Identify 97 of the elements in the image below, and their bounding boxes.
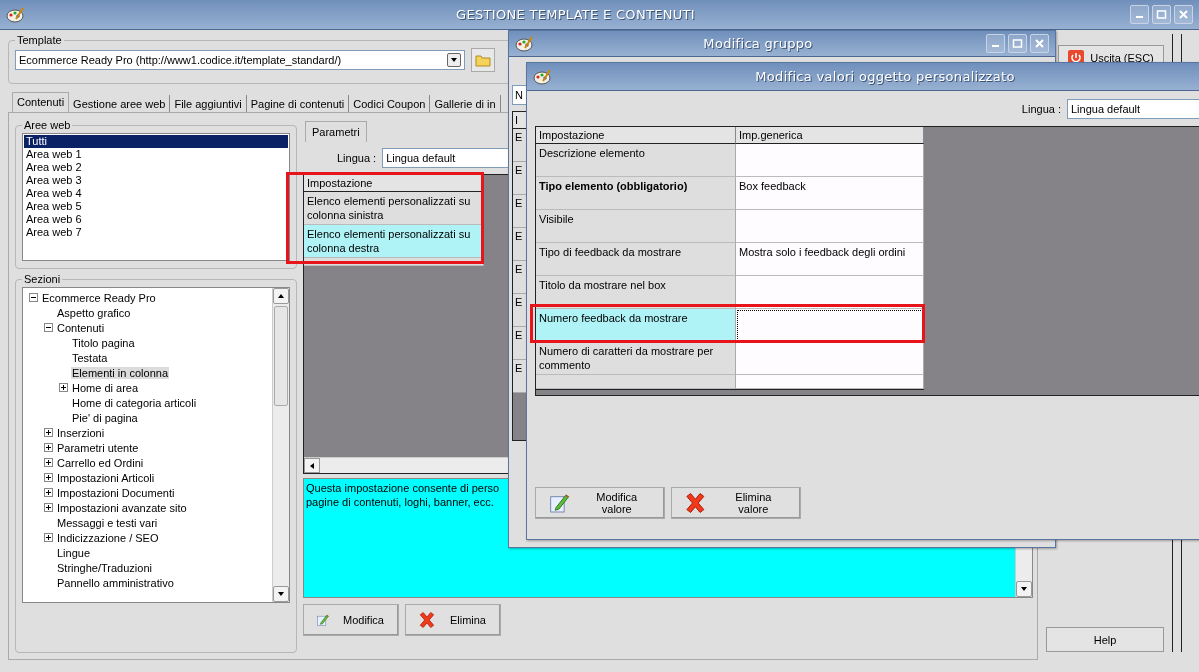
tree-item[interactable]: Messaggi e testi vari <box>56 516 159 529</box>
tree-item[interactable]: Lingue <box>56 546 92 559</box>
expand-icon[interactable] <box>59 383 68 392</box>
window-title: Modifica gruppo <box>702 36 814 51</box>
table-cell[interactable]: Descrizione elemento <box>536 144 736 177</box>
tree-item[interactable]: Parametri utente <box>56 441 140 454</box>
scrollbar[interactable] <box>272 288 289 602</box>
table-cell[interactable] <box>736 210 924 243</box>
group-label: Aree web <box>23 119 72 131</box>
tree-item[interactable]: Home di area <box>71 381 140 394</box>
scroll-down-icon[interactable] <box>1020 585 1028 593</box>
table-cell: E <box>515 329 523 341</box>
dropdown-caret-icon[interactable] <box>450 56 458 64</box>
tab[interactable]: Pagine di contenuti <box>246 95 350 112</box>
help-button[interactable]: Help <box>1046 627 1164 652</box>
table-cell[interactable]: Elenco elementi personalizzati su colonna destra <box>304 225 484 258</box>
list-item[interactable]: Area web 4 <box>24 187 288 200</box>
list-item[interactable]: Area web 2 <box>24 161 288 174</box>
palette-icon <box>515 35 533 52</box>
tree-item[interactable]: Impostazioni avanzate sito <box>56 501 188 514</box>
group-label: Template <box>16 34 63 46</box>
tab[interactable]: Gallerie di in <box>430 95 501 112</box>
table-cell[interactable]: Numero di caratteri da mostrare per commento <box>536 342 736 375</box>
tree-item[interactable]: Contenuti <box>56 321 106 334</box>
scroll-left-icon[interactable] <box>308 461 316 470</box>
window-title: GESTIONE TEMPLATE E CONTENUTI <box>455 7 696 22</box>
expand-icon[interactable] <box>44 443 53 452</box>
tree-item[interactable]: Home di categoria articoli <box>71 396 198 409</box>
window-title: Modifica valori oggetto personalizzato <box>754 69 1016 84</box>
expand-icon[interactable] <box>44 428 53 437</box>
description-text: Questa impostazione consente di perso pagine di contenuti, loghi, banner, ecc. <box>306 481 500 509</box>
list-item[interactable]: Area web 1 <box>24 148 288 161</box>
delete-button[interactable]: Elimina valore <box>671 487 801 519</box>
tree-item[interactable]: Aspetto grafico <box>56 306 132 319</box>
table-cell[interactable] <box>736 309 924 342</box>
table-cell[interactable] <box>736 342 924 375</box>
group-label: Sezioni <box>23 273 62 285</box>
table-cell: E <box>515 230 523 242</box>
edit-button[interactable]: Modifica <box>303 604 399 636</box>
expand-icon[interactable] <box>44 488 53 497</box>
table-cell: E <box>515 263 523 275</box>
folder-icon <box>475 53 491 67</box>
collapse-icon[interactable] <box>44 323 53 332</box>
tab[interactable]: Gestione aree web <box>69 95 171 112</box>
scroll-up-icon[interactable] <box>277 292 285 300</box>
tab[interactable]: Parametri <box>305 121 367 142</box>
scroll-down-icon[interactable] <box>277 590 285 598</box>
column-header: Impostazione <box>304 175 484 192</box>
tree-item[interactable]: Testata <box>71 351 109 364</box>
tab[interactable]: Contenuti <box>12 92 70 112</box>
table-cell: E <box>515 296 523 308</box>
list-item[interactable]: Area web 5 <box>24 200 288 213</box>
list-item[interactable]: Area web 6 <box>24 213 288 226</box>
list-item[interactable]: Area web 3 <box>24 174 288 187</box>
table-cell[interactable]: Visibile <box>536 210 736 243</box>
tree-item[interactable]: Pannello amministrativo <box>56 576 175 589</box>
expand-icon[interactable] <box>44 458 53 467</box>
expand-icon[interactable] <box>44 533 53 542</box>
table-cell: E <box>515 197 523 209</box>
table-cell: E <box>515 131 523 143</box>
table-cell[interactable]: Tipo di feedback da mostrare <box>536 243 736 276</box>
edit-document-icon <box>548 491 570 515</box>
language-field[interactable]: Lingua default <box>1067 99 1199 119</box>
tab[interactable]: Codici Coupon <box>349 95 431 112</box>
table-cell[interactable]: Mostra solo i feedback degli ordini <box>736 243 924 276</box>
column-header: Imp.generica <box>736 127 924 144</box>
tab[interactable]: File aggiuntivi <box>170 95 247 112</box>
tree-item[interactable]: Impostazioni Documenti <box>56 486 176 499</box>
delete-button[interactable]: Elimina <box>405 604 501 636</box>
table-cell[interactable]: Tipo elemento (obbligatorio) <box>536 177 736 210</box>
tree-item[interactable]: Indicizzazione / SEO <box>56 531 160 544</box>
table-cell[interactable]: Box feedback <box>736 177 924 210</box>
list-item[interactable]: Tutti <box>24 135 288 148</box>
tree-item[interactable]: Inserzioni <box>56 426 106 439</box>
tree-item[interactable]: Elementi in colonna <box>71 366 169 379</box>
table-cell: E <box>515 362 523 374</box>
edit-button[interactable]: Modifica valore <box>535 487 665 519</box>
tree-item[interactable]: Pie' di pagina <box>71 411 139 424</box>
column-header: Impostazione <box>536 127 736 144</box>
palette-icon <box>6 6 24 23</box>
expand-icon[interactable] <box>44 473 53 482</box>
delete-x-icon <box>684 491 707 515</box>
template-dropdown[interactable]: Ecommerce Ready Pro (http://www1.codice.it/template_standard/) <box>15 50 465 70</box>
collapse-icon[interactable] <box>29 293 38 302</box>
tree-item[interactable]: Ecommerce Ready Pro <box>41 291 157 304</box>
field-label: Lingua : <box>337 152 377 164</box>
field-label: Lingua : <box>1021 103 1061 115</box>
table-cell[interactable]: Numero feedback da mostrare <box>536 309 736 342</box>
table-cell: E <box>515 164 523 176</box>
list-item[interactable]: Area web 7 <box>24 226 288 239</box>
expand-icon[interactable] <box>44 503 53 512</box>
tree-item[interactable]: Impostazioni Articoli <box>56 471 156 484</box>
tree-item[interactable]: Carrello ed Ordini <box>56 456 145 469</box>
tree-item[interactable]: Titolo pagina <box>71 336 136 349</box>
tree-item[interactable]: Stringhe/Traduzioni <box>56 561 153 574</box>
palette-icon <box>533 68 551 85</box>
table-cell[interactable] <box>736 144 924 177</box>
